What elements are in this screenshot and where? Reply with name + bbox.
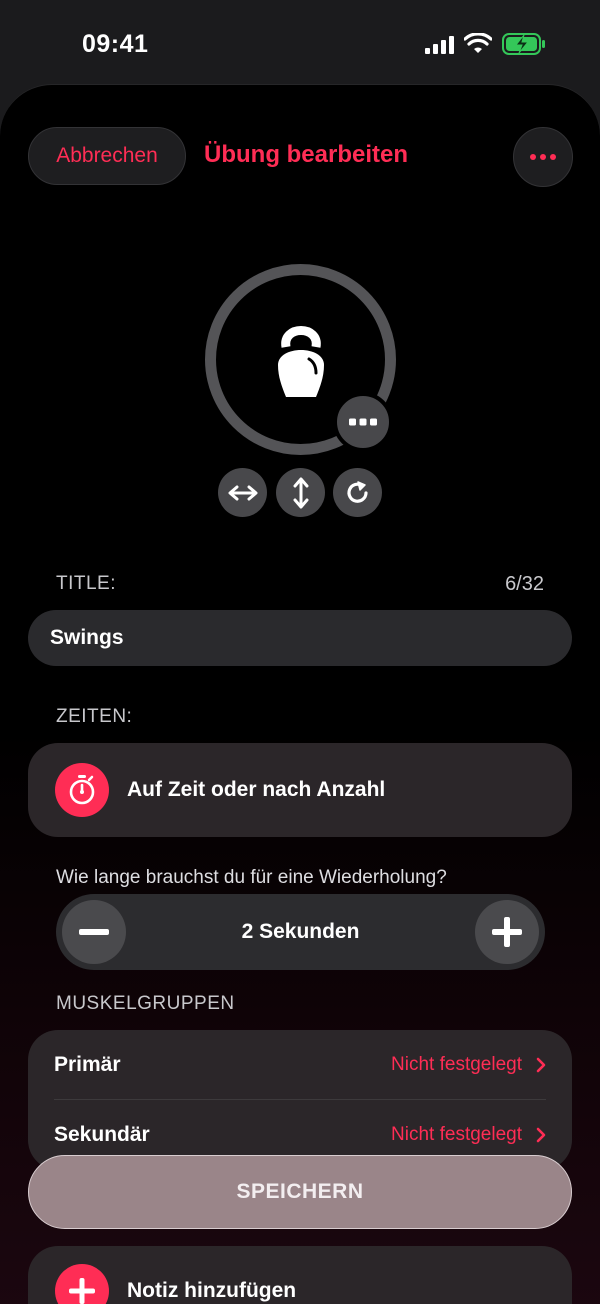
primary-muscle-row[interactable]: Primär Nicht festgelegt — [28, 1030, 572, 1100]
status-time: 09:41 — [82, 30, 149, 58]
chevron-right-icon — [536, 1057, 546, 1073]
horizontal-arrows-icon — [228, 485, 257, 500]
add-note-button[interactable]: Notiz hinzufügen — [28, 1246, 572, 1304]
more-options-button[interactable] — [513, 127, 573, 187]
primary-muscle-value: Nicht festgelegt — [391, 1054, 522, 1075]
ellipsis-icon — [530, 154, 556, 160]
decrement-button[interactable] — [62, 900, 126, 964]
battery-charging-icon — [502, 33, 545, 55]
status-bar: 09:41 — [0, 0, 600, 90]
kettlebell-icon — [277, 325, 324, 397]
muscle-groups-card: Primär Nicht festgelegt Sekundär Nicht f… — [28, 1030, 572, 1170]
ellipsis-icon — [349, 418, 377, 426]
timing-mode-label: Auf Zeit oder nach Anzahl — [127, 778, 386, 801]
page-title: Übung bearbeiten — [204, 141, 409, 168]
rotate-button[interactable] — [333, 468, 382, 517]
flip-vertical-button[interactable] — [276, 468, 325, 517]
stopwatch-icon — [55, 763, 109, 817]
wifi-icon — [464, 33, 492, 53]
cellular-signal-icon — [425, 36, 454, 54]
times-section-label: ZEITEN: — [56, 706, 133, 727]
title-character-counter: 6/32 — [505, 573, 544, 595]
icon-options-button[interactable] — [333, 392, 393, 452]
muscle-groups-section-label: MUSKELGRUPPEN — [56, 993, 235, 1014]
plus-icon — [492, 917, 522, 947]
flip-horizontal-button[interactable] — [218, 468, 267, 517]
repetition-duration-question: Wie lange brauchst du für eine Wiederhol… — [56, 867, 447, 888]
secondary-muscle-label: Sekundär — [54, 1123, 150, 1146]
repetition-duration-stepper: 2 Sekunden — [56, 894, 545, 970]
save-button[interactable]: SPEICHERN — [28, 1155, 572, 1229]
cancel-button[interactable]: Abbrechen — [28, 127, 186, 185]
timing-mode-selector[interactable]: Auf Zeit oder nach Anzahl — [28, 743, 572, 837]
minus-icon — [79, 929, 109, 935]
repetition-duration-value: 2 Sekunden — [241, 920, 360, 943]
title-input[interactable]: Swings — [28, 610, 572, 666]
secondary-muscle-value: Nicht festgelegt — [391, 1124, 522, 1145]
vertical-arrows-icon — [293, 477, 308, 508]
plus-circle-icon — [55, 1264, 109, 1304]
increment-button[interactable] — [475, 900, 539, 964]
rotate-icon — [346, 480, 368, 503]
primary-muscle-label: Primär — [54, 1053, 121, 1076]
add-note-label: Notiz hinzufügen — [127, 1279, 297, 1302]
chevron-right-icon — [536, 1127, 546, 1143]
title-section-label: TITLE: — [56, 573, 117, 594]
